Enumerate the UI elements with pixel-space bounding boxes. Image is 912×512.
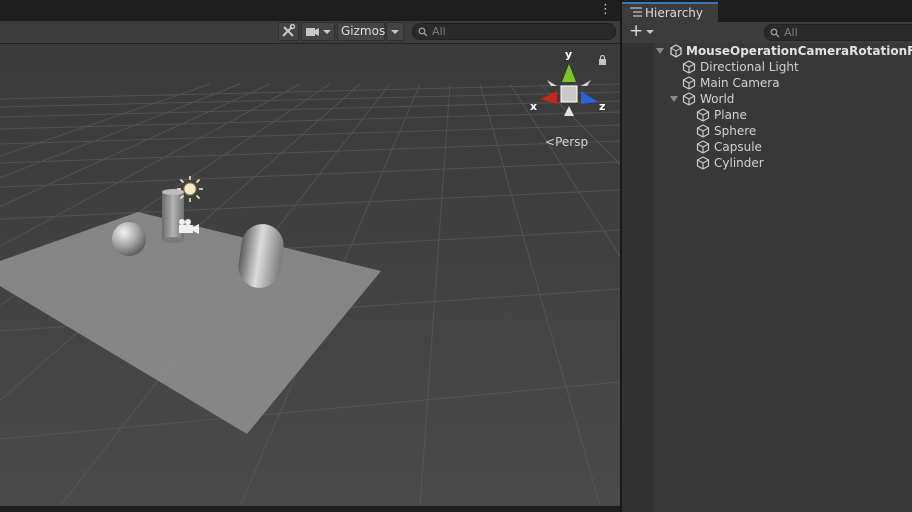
scene-name: MouseOperationCameraRotationFovMo (686, 44, 912, 58)
cube-icon (682, 92, 696, 106)
projection-toggle[interactable]: <Persp (545, 135, 588, 149)
foldout-arrow-icon[interactable] (670, 96, 678, 102)
hierarchy-item-label: World (700, 92, 735, 106)
plus-icon: + (629, 21, 644, 41)
more-options-icon[interactable]: ⋮ (599, 3, 612, 17)
hierarchy-item-label: Cylinder (714, 156, 764, 170)
hierarchy-item-main-camera[interactable]: Main Camera (622, 75, 912, 91)
hierarchy-list-icon (630, 7, 642, 17)
cube-icon (696, 108, 710, 122)
hierarchy-item-label: Main Camera (700, 76, 780, 90)
scene-row[interactable]: MouseOperationCameraRotationFovMo (622, 43, 912, 59)
add-object-button[interactable]: + (627, 21, 655, 41)
hierarchy-tree: MouseOperationCameraRotationFovMo Direct… (622, 43, 912, 512)
projection-label: Persp (555, 135, 589, 149)
cylinder-object[interactable] (162, 189, 184, 243)
hierarchy-tab-label: Hierarchy (645, 6, 704, 20)
tools-button[interactable] (278, 22, 299, 41)
gizmos-dropdown-button[interactable] (386, 22, 404, 41)
scene-tab-bar: ⋮ (0, 0, 620, 22)
cube-icon (682, 60, 696, 74)
gizmos-label: Gizmos (341, 24, 386, 38)
chevron-down-icon (391, 30, 399, 34)
sphere-object[interactable] (112, 222, 146, 256)
axis-z-label: z (599, 100, 606, 113)
axis-x-label: x (530, 100, 538, 113)
hierarchy-search-placeholder: All (784, 26, 798, 39)
search-icon (418, 27, 428, 37)
foldout-arrow-icon[interactable] (656, 48, 664, 54)
search-icon (770, 28, 780, 38)
cube-icon (696, 156, 710, 170)
hierarchy-panel: Hierarchy + All MouseOperationCameraRota… (622, 0, 912, 512)
cube-icon (682, 76, 696, 90)
directional-light-icon[interactable] (177, 176, 203, 202)
scene-viewport[interactable]: y x z <Persp (0, 44, 620, 506)
cube-icon (696, 124, 710, 138)
unity-scene-icon (670, 44, 682, 58)
hierarchy-item-cylinder[interactable]: Cylinder (622, 155, 912, 171)
hierarchy-search-input[interactable]: All (764, 24, 912, 41)
scene-bottom-bar (0, 506, 620, 512)
hierarchy-toolbar: + All (622, 22, 912, 44)
hierarchy-item-label: Plane (714, 108, 747, 122)
scene-panel: ⋮ Gizmos All y x z <Persp (0, 0, 620, 512)
camera-icon (306, 28, 331, 36)
lock-icon[interactable] (598, 55, 607, 65)
hierarchy-item-world[interactable]: World (622, 91, 912, 107)
persp-icon: < (545, 135, 556, 149)
hierarchy-item-sphere[interactable]: Sphere (622, 123, 912, 139)
hierarchy-item-label: Directional Light (700, 60, 799, 74)
cube-icon (696, 140, 710, 154)
tab-hierarchy[interactable]: Hierarchy (622, 2, 718, 22)
scene-search-input[interactable]: All (412, 23, 616, 40)
hierarchy-item-directional-light[interactable]: Directional Light (622, 59, 912, 75)
tools-icon (282, 23, 296, 37)
gizmos-button[interactable]: Gizmos (337, 22, 385, 41)
hierarchy-tab-bar: Hierarchy (622, 0, 912, 22)
chevron-down-icon (646, 30, 654, 34)
scene-search-placeholder: All (432, 25, 446, 38)
scene-canvas (0, 44, 620, 506)
camera-settings-button[interactable] (301, 22, 335, 41)
scene-toolbar: Gizmos All (0, 21, 620, 44)
hierarchy-item-label: Sphere (714, 124, 757, 138)
hierarchy-item-label: Capsule (714, 140, 762, 154)
hierarchy-item-plane[interactable]: Plane (622, 107, 912, 123)
axis-y-label: y (565, 48, 573, 61)
hierarchy-item-capsule[interactable]: Capsule (622, 139, 912, 155)
